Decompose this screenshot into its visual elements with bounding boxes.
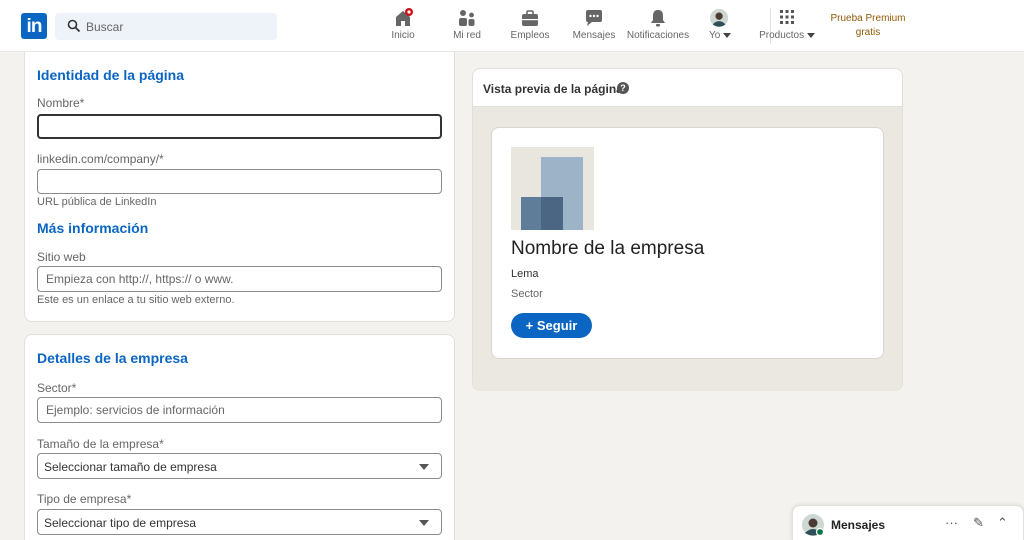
company-preview: Nombre de la empresa Lema Sector + Segui… bbox=[491, 127, 884, 359]
nav-item-jobs[interactable]: Empleos bbox=[509, 8, 551, 44]
company-name: Nombre de la empresa bbox=[511, 238, 705, 259]
messaging-bar[interactable]: Mensajes ··· ✎ ⌃ bbox=[792, 505, 1024, 540]
nav-item-notifications[interactable]: Notificaciones bbox=[625, 8, 691, 44]
company-url-input[interactable] bbox=[37, 169, 442, 194]
preview-header: Vista previa de la página ? bbox=[473, 69, 902, 107]
compose-icon[interactable]: ✎ bbox=[973, 515, 984, 531]
website-hint: Este es un enlace a tu sitio web externo… bbox=[37, 294, 235, 306]
briefcase-icon bbox=[522, 10, 538, 26]
search-box[interactable]: Buscar bbox=[55, 13, 277, 40]
section-title-details: Detalles de la empresa bbox=[37, 350, 188, 366]
more-options-icon[interactable]: ··· bbox=[945, 515, 958, 530]
company-url-label: linkedin.com/company/* bbox=[37, 152, 164, 166]
dropdown-caret-icon bbox=[419, 464, 429, 470]
preview-title: Vista previa de la página bbox=[483, 82, 623, 96]
top-navigation: in Buscar Inicio Mi red Empleos Mensajes… bbox=[0, 0, 1024, 52]
nav-item-home[interactable]: Inicio bbox=[388, 8, 418, 44]
search-icon bbox=[67, 19, 81, 33]
company-size-label: Tamaño de la empresa* bbox=[37, 437, 164, 451]
section-title-more-info: Más información bbox=[37, 220, 149, 236]
company-sector: Sector bbox=[511, 288, 543, 300]
avatar bbox=[802, 514, 824, 536]
website-input[interactable]: Empieza con http://, https:// o www. bbox=[37, 266, 442, 292]
section-title-identity: Identidad de la página bbox=[37, 67, 185, 83]
bell-icon bbox=[651, 10, 665, 27]
chevron-down-icon bbox=[806, 32, 815, 38]
page-preview-card: Vista previa de la página ? Nombre de la… bbox=[472, 68, 903, 391]
nav-item-products[interactable]: Productos bbox=[756, 8, 818, 44]
chevron-up-icon[interactable]: ⌃ bbox=[997, 515, 1008, 531]
sector-input[interactable]: Ejemplo: servicios de información bbox=[37, 397, 442, 423]
company-url-hint: URL pública de LinkedIn bbox=[37, 196, 157, 208]
nav-item-messages[interactable]: Mensajes bbox=[571, 8, 617, 44]
home-icon bbox=[396, 8, 413, 26]
sector-label: Sector* bbox=[37, 381, 77, 395]
search-input[interactable]: Buscar bbox=[86, 20, 123, 34]
company-tagline: Lema bbox=[511, 268, 539, 280]
network-icon bbox=[459, 10, 475, 26]
company-type-select[interactable]: Seleccionar tipo de empresa bbox=[37, 509, 442, 535]
follow-button[interactable]: + Seguir bbox=[511, 313, 592, 338]
avatar-icon bbox=[710, 8, 729, 28]
messaging-label: Mensajes bbox=[831, 518, 886, 532]
preview-body: Nombre de la empresa Lema Sector + Segui… bbox=[473, 107, 902, 391]
chat-icon bbox=[586, 10, 602, 26]
grid-icon bbox=[780, 10, 794, 24]
nav-item-me[interactable]: Yo bbox=[707, 8, 733, 44]
company-details-card: Detalles de la empresa Sector* Ejemplo: … bbox=[24, 334, 455, 540]
linkedin-logo[interactable]: in bbox=[21, 13, 47, 39]
chevron-down-icon bbox=[723, 32, 732, 38]
name-input[interactable] bbox=[37, 114, 442, 139]
premium-link[interactable]: Prueba Premium gratis bbox=[822, 12, 914, 40]
company-type-label: Tipo de empresa* bbox=[37, 492, 132, 506]
nav-item-network[interactable]: Mi red bbox=[451, 8, 483, 44]
dropdown-caret-icon bbox=[419, 520, 429, 526]
website-label: Sitio web bbox=[37, 250, 86, 264]
help-icon[interactable]: ? bbox=[617, 82, 629, 94]
name-label: Nombre* bbox=[37, 96, 85, 110]
company-logo-placeholder-icon bbox=[511, 147, 594, 230]
company-size-select[interactable]: Seleccionar tamaño de empresa bbox=[37, 453, 442, 479]
page-identity-card: Identidad de la página Nombre* linkedin.… bbox=[24, 52, 455, 322]
